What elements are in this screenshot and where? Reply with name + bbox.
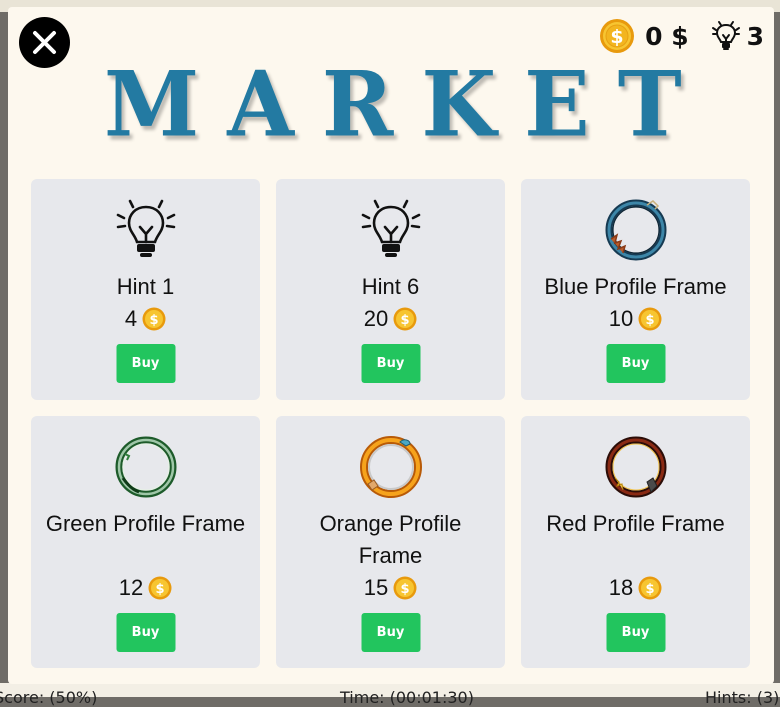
close-icon	[33, 31, 56, 54]
lightbulb-icon	[361, 199, 420, 257]
item-card-orange-frame: Orange Profile Frame 15 $ Buy	[276, 416, 505, 668]
blue-frame-icon	[605, 199, 666, 261]
buy-button[interactable]: Buy	[606, 344, 665, 383]
coin-icon: $	[393, 576, 417, 600]
wallet-bar: $ 0 $ 3	[599, 18, 764, 54]
orange-frame-icon	[359, 436, 422, 498]
buy-button[interactable]: Buy	[361, 344, 420, 383]
background-score-text: Score: (50%)	[0, 688, 98, 707]
item-price: 20 $	[276, 303, 505, 335]
item-name: Hint 6	[361, 274, 420, 299]
coin-icon: $	[393, 307, 417, 331]
item-price-value: 20	[363, 306, 389, 331]
red-frame-icon	[605, 436, 666, 498]
svg-text:$: $	[646, 582, 655, 597]
item-name: Blue Profile Frame	[544, 274, 727, 299]
buy-button[interactable]: Buy	[116, 344, 175, 383]
coin-icon: $	[638, 576, 662, 600]
hint-balance: 3	[746, 21, 764, 51]
green-frame-icon	[115, 436, 176, 498]
item-name: Hint 1	[116, 274, 175, 299]
item-price-value: 15	[363, 575, 389, 600]
item-price-value: 18	[608, 575, 634, 600]
item-name: Orange Profile Frame	[319, 511, 462, 568]
item-grid: Hint 1 4 $ Buy Hint 6 20 $ Buy Blue Prof…	[31, 179, 750, 668]
item-price: 18 $	[521, 572, 750, 604]
coin-icon: $	[142, 307, 166, 331]
svg-text:$: $	[646, 313, 655, 328]
item-name: Red Profile Frame	[546, 511, 725, 536]
buy-button[interactable]: Buy	[361, 613, 420, 652]
item-card-red-frame: Red Profile Frame 18 $ Buy	[521, 416, 750, 668]
item-price: 4 $	[31, 303, 260, 335]
item-card-hint-6: Hint 6 20 $ Buy	[276, 179, 505, 400]
item-price: 15 $	[276, 572, 505, 604]
coin-balance: 0 $	[645, 21, 689, 51]
item-price-value: 12	[118, 575, 144, 600]
item-price-value: 10	[608, 306, 634, 331]
coin-icon: $	[148, 576, 172, 600]
close-button[interactable]	[19, 17, 70, 68]
buy-button[interactable]: Buy	[606, 613, 665, 652]
item-price: 12 $	[31, 572, 260, 604]
item-price-value: 4	[124, 306, 138, 331]
coin-icon: $	[638, 307, 662, 331]
item-card-blue-frame: Blue Profile Frame 10 $ Buy	[521, 179, 750, 400]
background-hints-text: Hints: (3)	[705, 688, 780, 707]
svg-text:$: $	[610, 26, 623, 48]
item-card-hint-1: Hint 1 4 $ Buy	[31, 179, 260, 400]
background-time-text: Time: (00:01:30)	[340, 688, 474, 707]
lightbulb-icon	[116, 199, 175, 257]
item-price: 10 $	[521, 303, 750, 335]
svg-text:$: $	[150, 313, 159, 328]
coin-icon: $	[600, 19, 635, 53]
svg-text:$: $	[156, 582, 165, 597]
buy-button[interactable]: Buy	[116, 613, 175, 652]
market-title: MARKET	[104, 51, 710, 158]
lightbulb-icon	[711, 21, 740, 50]
svg-text:$: $	[401, 313, 410, 328]
item-card-green-frame: Green Profile Frame 12 $ Buy	[31, 416, 260, 668]
item-name: Green Profile Frame	[45, 511, 246, 536]
svg-text:$: $	[401, 582, 410, 597]
